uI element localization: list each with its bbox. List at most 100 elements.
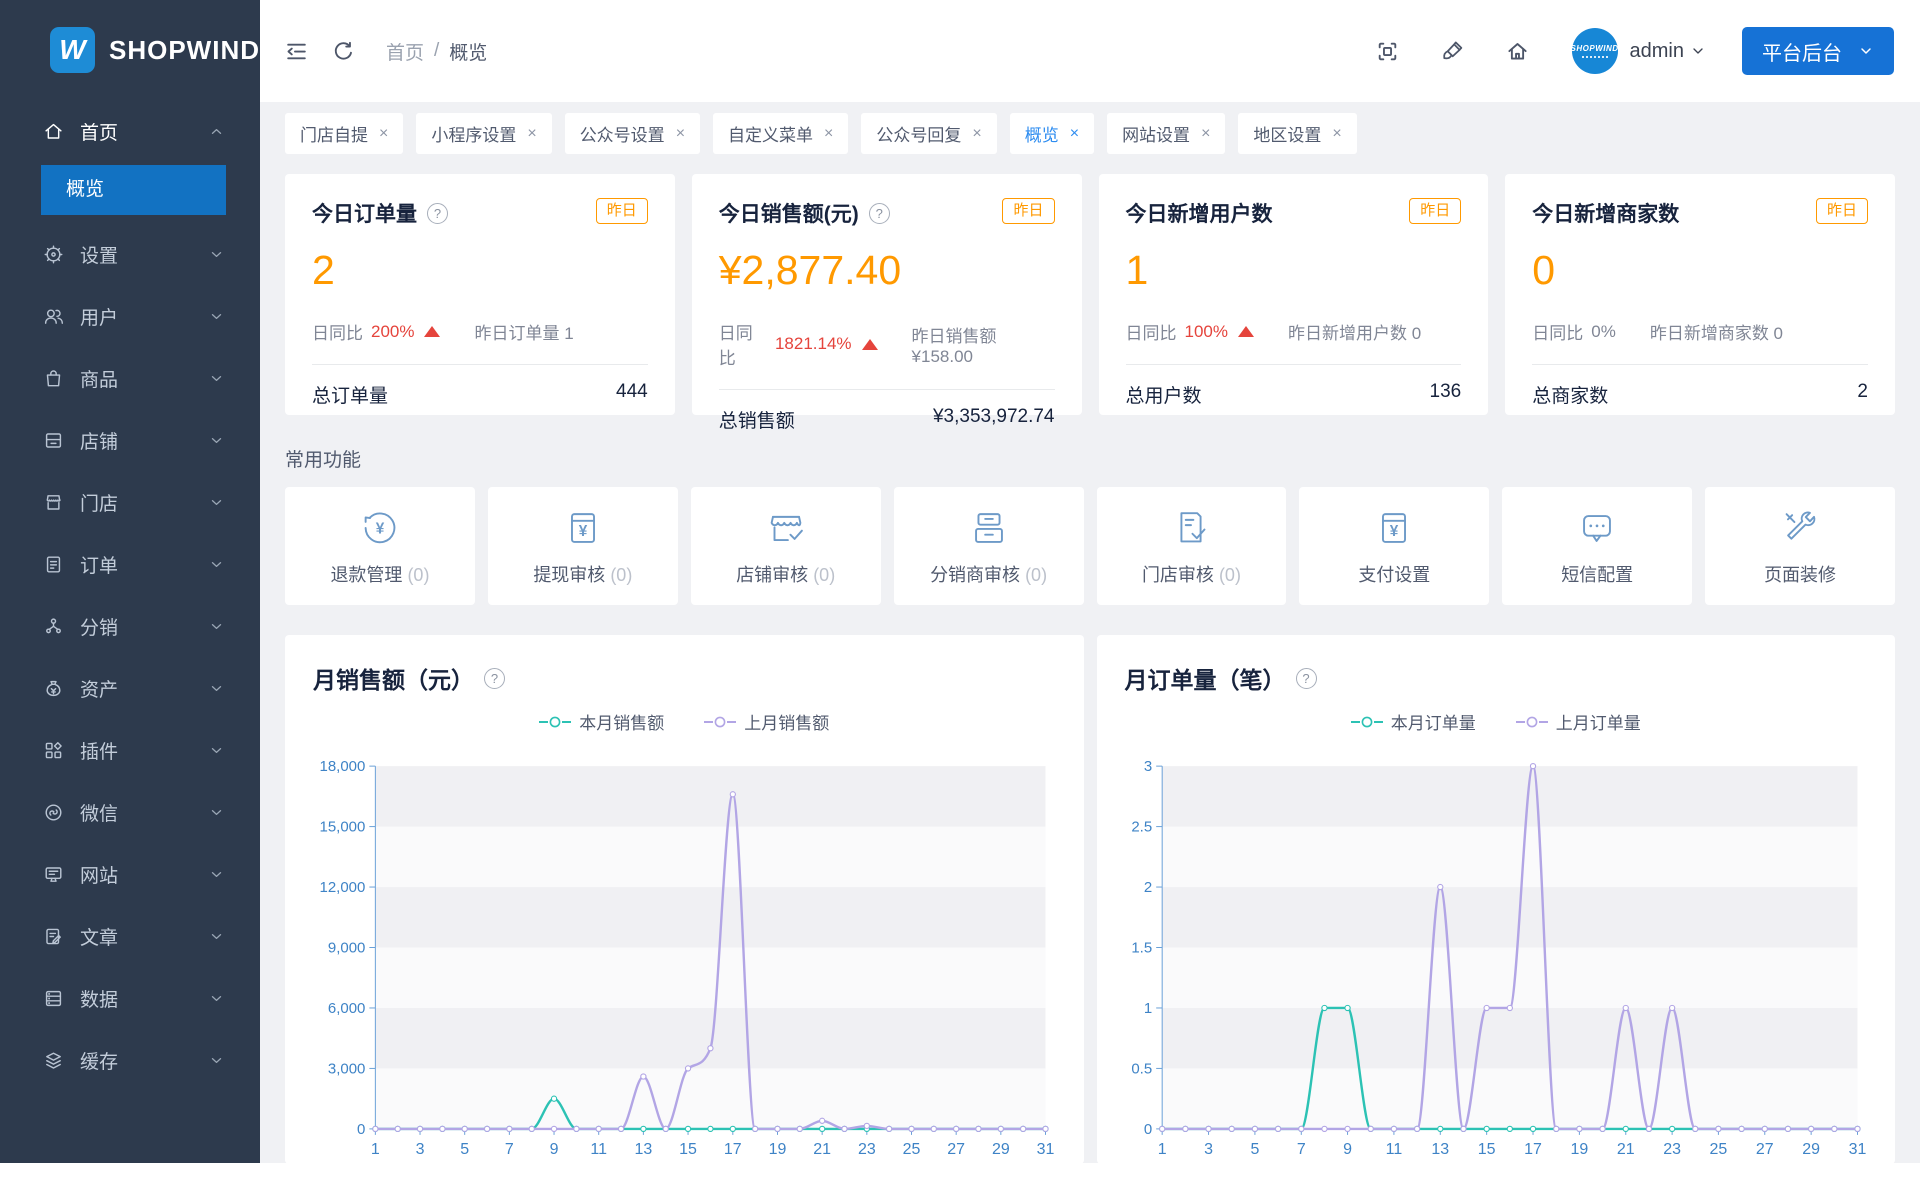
avatar[interactable]: SHOPWIND <box>1571 28 1618 74</box>
quick-action-store-audit[interactable]: 门店审核 (0) <box>1096 487 1287 605</box>
svg-text:15,000: 15,000 <box>320 819 366 836</box>
legend-item[interactable]: 上月订单量 <box>1515 709 1641 734</box>
payment-icon: ¥ <box>1371 505 1417 551</box>
main-area: 首页 / 概览 SHOPWIND admin 平台后台 门店自提 × 小程序设置… <box>260 0 1920 1164</box>
quick-action-shop-audit[interactable]: 店铺审核 (0) <box>690 487 881 605</box>
quick-action-sms[interactable]: 短信配置 <box>1502 487 1693 605</box>
tab-item[interactable]: 概览 <box>1009 113 1095 154</box>
sidebar-item-storefront[interactable]: 门店 <box>0 471 260 533</box>
close-icon[interactable] <box>676 125 685 143</box>
close-icon[interactable] <box>1070 125 1079 143</box>
tab-item[interactable]: 自定义菜单 <box>713 113 849 154</box>
svg-text:2.5: 2.5 <box>1131 819 1152 836</box>
quick-action-refund[interactable]: ¥ 退款管理 (0) <box>285 487 475 605</box>
tab-item[interactable]: 地区设置 <box>1238 113 1357 154</box>
sidebar-item-wechat[interactable]: 微信 <box>0 781 260 843</box>
sidebar-item-cache[interactable]: 缓存 <box>0 1029 260 1091</box>
line-chart-monthly-orders: 00.511.522.531 3 5 7 9 11 13 15 17 19 21 23 25 27 29 31 <box>1131 758 1866 1158</box>
close-icon[interactable] <box>527 125 536 143</box>
legend-item[interactable]: 上月销售额 <box>704 709 829 734</box>
help-icon[interactable] <box>484 667 505 689</box>
compare-value: 100% <box>1184 321 1228 341</box>
close-icon[interactable] <box>824 125 833 143</box>
tab-item[interactable]: 门店自提 <box>285 113 404 154</box>
help-icon[interactable] <box>868 202 890 224</box>
yesterday-badge: 昨日 <box>1002 198 1055 224</box>
sidebar-item-distribution[interactable]: 分销 <box>0 595 260 657</box>
sidebar-item-order[interactable]: 订单 <box>0 533 260 595</box>
svg-text:15: 15 <box>1477 1141 1495 1158</box>
yesterday-text: 昨日新增用户数 0 <box>1287 324 1422 343</box>
sidebar-item-assets[interactable]: 资产 <box>0 657 260 719</box>
assets-icon <box>42 677 65 700</box>
decorate-icon <box>1777 505 1823 551</box>
menu-fold-icon[interactable] <box>284 39 309 64</box>
chevron-up-icon <box>209 124 224 139</box>
chevron-down-icon[interactable] <box>1690 43 1706 59</box>
sidebar-menu: 首页 概览设置 用户 商品 店铺 门店 订单 分销 资产 插件 微信 网站 文章 数据 缓存 <box>0 100 260 1163</box>
svg-text:0: 0 <box>357 1121 365 1138</box>
help-icon[interactable] <box>1295 667 1317 689</box>
close-icon[interactable] <box>1332 125 1341 143</box>
quick-action-decorate[interactable]: 页面装修 <box>1705 487 1895 605</box>
breadcrumb-home[interactable]: 首页 <box>386 38 424 65</box>
chart-title: 月销售额（元） <box>313 667 474 693</box>
svg-text:5: 5 <box>1250 1141 1259 1158</box>
close-icon[interactable] <box>972 125 981 143</box>
sidebar-item-goods[interactable]: 商品 <box>0 347 260 409</box>
svg-text:3: 3 <box>1143 758 1151 775</box>
chevron-down-icon <box>209 743 224 758</box>
legend-item[interactable]: 本月销售额 <box>539 709 664 734</box>
plugin-icon <box>42 739 65 762</box>
close-icon[interactable] <box>1201 125 1210 143</box>
sidebar-subitem-overview[interactable]: 概览 <box>41 165 226 215</box>
svg-text:23: 23 <box>1663 1141 1681 1158</box>
quick-action-withdraw[interactable]: ¥ 提现审核 (0) <box>487 487 678 605</box>
compare-value: 0% <box>1591 321 1616 341</box>
website-icon <box>42 863 65 886</box>
username[interactable]: admin <box>1630 40 1684 63</box>
home-icon[interactable] <box>1505 39 1530 64</box>
sidebar-item-website[interactable]: 网站 <box>0 843 260 905</box>
sidebar-item-article[interactable]: 文章 <box>0 905 260 967</box>
sidebar-item-plugin[interactable]: 插件 <box>0 719 260 781</box>
svg-text:1: 1 <box>1143 1000 1151 1017</box>
chart-card-monthly-sales: 月销售额（元） 本月销售额 上月销售额 0 3,000 6,000 9,000 12,00… <box>285 635 1084 1164</box>
total-value: ¥3,353,972.74 <box>932 406 1055 427</box>
sidebar-item-users[interactable]: 用户 <box>0 285 260 347</box>
svg-text:15: 15 <box>679 1141 697 1158</box>
stats-row: 今日订单量 昨日 2 日同比 200% 昨日订单量 1 总订单量 <box>285 174 1895 432</box>
close-icon[interactable] <box>379 125 388 143</box>
tab-item[interactable]: 公众号设置 <box>564 113 701 154</box>
tab-item[interactable]: 小程序设置 <box>416 113 552 154</box>
distributor-audit-icon <box>966 505 1012 551</box>
fullscreen-icon[interactable] <box>1375 39 1400 64</box>
help-icon[interactable] <box>427 202 448 224</box>
sidebar-item-gear[interactable]: 设置 <box>0 223 260 285</box>
sidebar-item-home[interactable]: 首页 <box>0 100 260 162</box>
theme-brush-icon[interactable] <box>1440 39 1465 64</box>
charts-row: 月销售额（元） 本月销售额 上月销售额 0 3,000 6,000 9,000 12,00… <box>285 635 1895 1164</box>
refresh-icon[interactable] <box>331 39 356 64</box>
svg-text:19: 19 <box>1570 1141 1588 1158</box>
refund-icon: ¥ <box>357 505 403 551</box>
sidebar-item-shop[interactable]: 店铺 <box>0 409 260 471</box>
sidebar-item-data[interactable]: 数据 <box>0 967 260 1029</box>
workspace-button[interactable]: 平台后台 <box>1742 27 1894 75</box>
compare-label: 日同比 <box>718 324 753 368</box>
compare-value: 1821.14% <box>774 334 852 353</box>
chevron-down-icon <box>209 805 224 820</box>
svg-text:5: 5 <box>460 1141 469 1158</box>
legend-item[interactable]: 本月订单量 <box>1350 709 1476 734</box>
stat-title: 今日新增用户数 <box>1125 203 1273 226</box>
chart-legend: 本月订单量 上月订单量 <box>1121 709 1872 734</box>
stat-title: 今日订单量 <box>312 203 417 226</box>
tab-item[interactable]: 公众号回复 <box>861 113 997 154</box>
svg-text:25: 25 <box>903 1141 921 1158</box>
svg-text:¥: ¥ <box>579 523 588 540</box>
tab-item[interactable]: 网站设置 <box>1107 113 1226 154</box>
quick-action-payment[interactable]: ¥ 支付设置 <box>1299 487 1490 605</box>
quick-action-distributor-audit[interactable]: 分销商审核 (0) <box>893 487 1084 605</box>
logo[interactable]: W SHOPWIND <box>0 0 260 100</box>
chevron-down-icon <box>1858 43 1874 59</box>
